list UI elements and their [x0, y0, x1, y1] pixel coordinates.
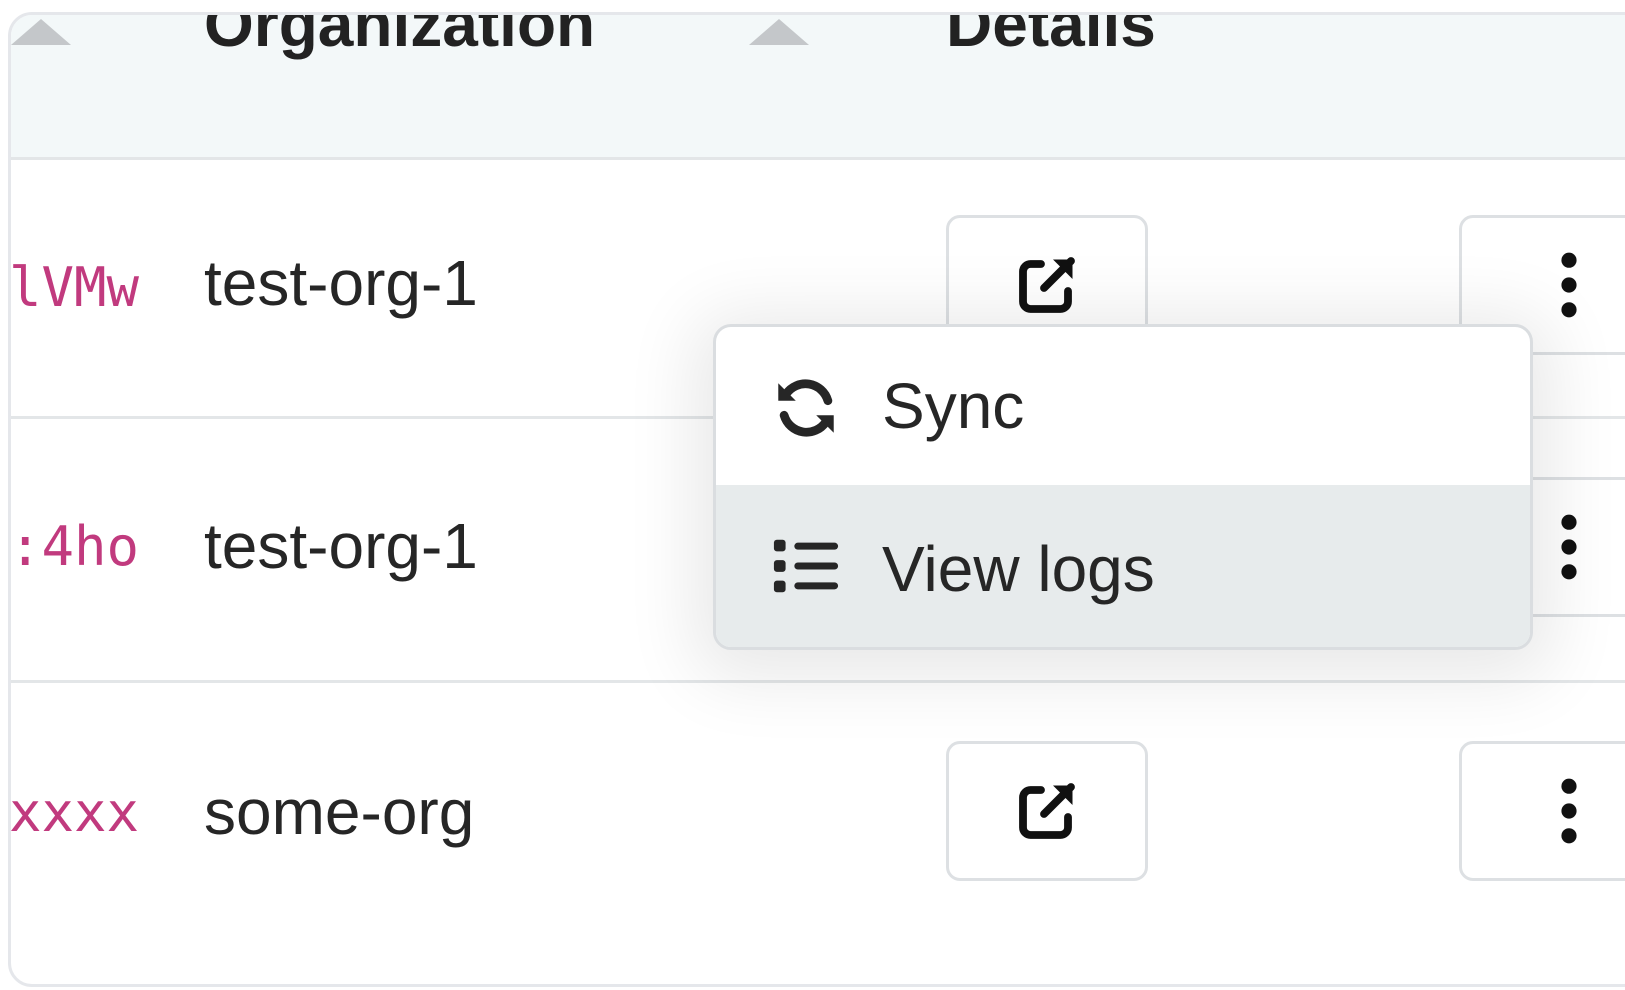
menu-item-view-logs[interactable]: View logs	[716, 485, 1530, 647]
details-button[interactable]	[946, 741, 1148, 881]
external-link-icon	[1019, 783, 1075, 839]
column-header-organization[interactable]: Organization	[204, 15, 595, 61]
table-header: Organization Details	[11, 15, 1625, 160]
menu-item-label: Sync	[882, 370, 1025, 442]
vertical-ellipsis-icon	[1561, 252, 1577, 318]
row-id: lVMw	[9, 256, 140, 319]
list-icon	[773, 539, 839, 593]
row-organization: test-org-1	[204, 510, 478, 582]
row-organization: some-org	[204, 776, 475, 848]
sync-icon	[778, 379, 834, 437]
table-row: xxxx some-org	[9, 683, 1625, 984]
actions-menu-button[interactable]	[1459, 741, 1625, 881]
column-header-details[interactable]: Details	[946, 15, 1156, 61]
sort-arrow-icon[interactable]	[11, 19, 71, 45]
external-link-icon	[1019, 257, 1075, 313]
vertical-ellipsis-icon	[1561, 778, 1577, 844]
table-card: Organization Details lVMw test-org-1 :4h…	[8, 12, 1625, 987]
menu-item-label: View logs	[882, 533, 1155, 605]
sort-arrow-icon[interactable]	[749, 19, 809, 45]
vertical-ellipsis-icon	[1561, 514, 1577, 580]
menu-item-sync[interactable]: Sync	[716, 327, 1530, 485]
row-id: xxxx	[9, 781, 140, 844]
row-actions-dropdown: Sync View logs	[713, 324, 1533, 650]
row-organization: test-org-1	[204, 247, 478, 319]
row-id: :4ho	[9, 515, 140, 578]
